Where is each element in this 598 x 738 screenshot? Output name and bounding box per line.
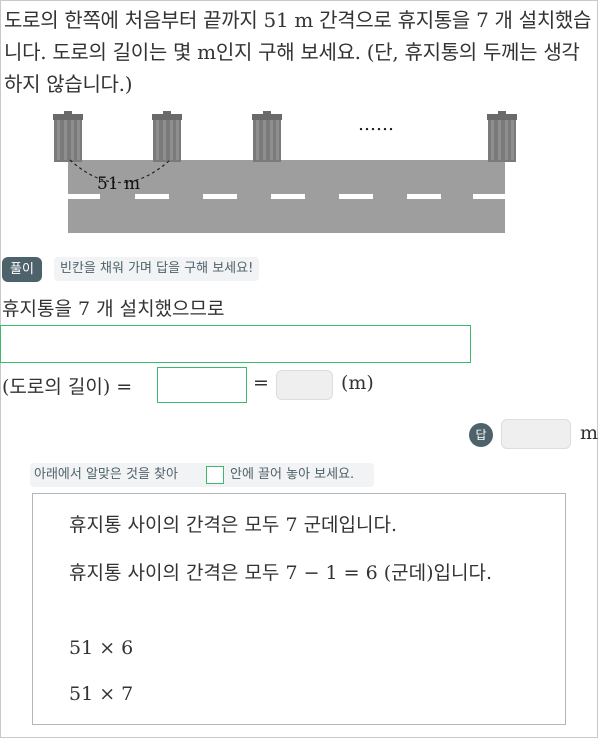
trash-can-icon (487, 111, 517, 162)
ellipsis: …… (358, 114, 394, 135)
option-item[interactable]: 51 × 7 (69, 679, 133, 709)
instruction-after: 안에 끌어 놓아 보세요. (230, 467, 355, 482)
option-item[interactable]: 휴지통 사이의 간격은 모두 7 군데입니다. (69, 510, 397, 540)
length-input[interactable] (276, 370, 333, 400)
trash-can-icon (152, 111, 182, 162)
drop-zone-reason[interactable] (0, 325, 471, 363)
distance-label: 51 m (97, 174, 140, 194)
answer-input[interactable] (501, 419, 571, 449)
hint-text: 빈칸을 채워 가며 답을 구해 보세요! (54, 257, 260, 281)
trash-can-icon (252, 111, 282, 162)
solution-step-1: 휴지통을 7 개 설치했으므로 (2, 298, 225, 320)
option-item[interactable]: 휴지통 사이의 간격은 모두 7 − 1 = 6 (군데)입니다. (69, 558, 539, 588)
solution-badge: 풀이 (2, 257, 42, 282)
unit-m: (m) (341, 372, 374, 394)
equals-sign: = (253, 372, 269, 394)
drop-box-icon (206, 466, 224, 484)
option-item[interactable]: 51 × 6 (69, 633, 133, 663)
problem-text: 도로의 한쪽에 처음부터 끝까지 51 m 간격으로 휴지통을 7 개 설치했습… (4, 8, 592, 96)
equation-lhs: (도로의 길이) = (2, 376, 133, 398)
drag-options-panel: 휴지통 사이의 간격은 모두 7 군데입니다. 휴지통 사이의 간격은 모두 7… (32, 493, 566, 725)
answer-unit: m (580, 422, 598, 444)
answer-badge: 답 (469, 423, 493, 447)
trash-can-icon (53, 111, 83, 162)
instruction-before: 아래에서 알맞은 것을 찾아 (34, 467, 178, 482)
road-figure: 51 m …… (50, 110, 520, 240)
drop-zone-expression[interactable] (157, 367, 247, 403)
